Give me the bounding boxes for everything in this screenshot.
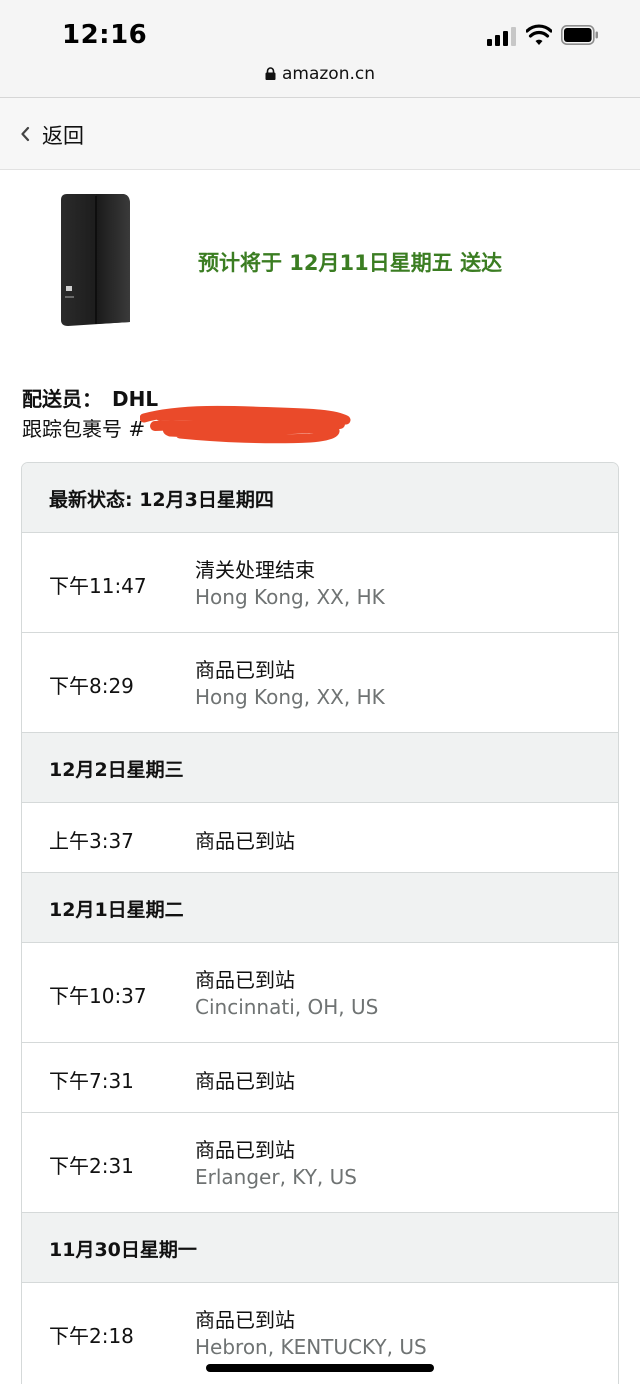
event-time: 下午2:31	[49, 1154, 134, 1178]
event-status: 商品已到站	[195, 1138, 295, 1162]
redaction-scribble	[140, 405, 351, 444]
date-header-text: 最新状态: 12月3日星期四	[49, 489, 274, 511]
carrier-label: 配送员：	[22, 387, 102, 411]
event-location: Hebron, KENTUCKY, US	[195, 1335, 427, 1359]
event-time: 下午2:18	[49, 1324, 134, 1348]
event-status: 商品已到站	[195, 968, 295, 992]
tracking-event: 下午11:47 清关处理结束 Hong Kong, XX, HK	[22, 533, 618, 633]
back-button[interactable]: 返回	[42, 120, 84, 150]
tracking-number: 跟踪包裹号 #	[22, 417, 146, 441]
browser-status-bar: 12:16 amazon.cn	[0, 0, 640, 98]
tracking-timeline: 最新状态: 12月3日星期四 下午11:47 清关处理结束 Hong Kong,…	[21, 462, 619, 1384]
wifi-icon	[526, 24, 552, 45]
date-header-text: 12月2日星期三	[49, 759, 184, 781]
date-header: 12月2日星期三	[22, 733, 618, 803]
lock-icon	[265, 67, 276, 80]
url-text: amazon.cn	[281, 64, 376, 84]
tracking-event: 下午2:31 商品已到站 Erlanger, KY, US	[22, 1113, 618, 1213]
date-header: 12月1日星期二	[22, 873, 618, 943]
clock-time: 12:16	[62, 20, 148, 50]
event-location: Cincinnati, OH, US	[195, 995, 379, 1019]
event-time: 下午7:31	[49, 1069, 134, 1093]
event-location: Hong Kong, XX, HK	[195, 685, 385, 709]
battery-icon	[561, 25, 598, 45]
carrier-info: 配送员： DHL	[22, 383, 158, 412]
chevron-left-icon[interactable]	[20, 126, 30, 142]
event-status: 商品已到站	[195, 1308, 295, 1332]
event-location: Hong Kong, XX, HK	[195, 585, 385, 609]
cellular-signal-icon	[487, 26, 517, 46]
home-indicator[interactable]	[206, 1364, 434, 1372]
date-header-text: 11月30日星期一	[49, 1239, 197, 1261]
event-location: Erlanger, KY, US	[195, 1165, 357, 1189]
event-status: 商品已到站	[195, 829, 295, 853]
date-header: 11月30日星期一	[22, 1213, 618, 1283]
product-image	[61, 194, 130, 326]
event-time: 上午3:37	[49, 829, 134, 853]
tracking-event: 下午7:31 商品已到站	[22, 1043, 618, 1113]
date-header-text: 12月1日星期二	[49, 899, 184, 921]
tracking-event: 下午8:29 商品已到站 Hong Kong, XX, HK	[22, 633, 618, 733]
event-status: 清关处理结束	[195, 558, 315, 582]
address-bar[interactable]: amazon.cn	[0, 64, 640, 84]
event-time: 下午11:47	[49, 574, 147, 598]
delivery-eta: 预计将于 12月11日星期五 送达	[198, 251, 503, 275]
event-time: 下午8:29	[49, 674, 134, 698]
tracking-event: 下午10:37 商品已到站 Cincinnati, OH, US	[22, 943, 618, 1043]
event-time: 下午10:37	[49, 984, 147, 1008]
event-status: 商品已到站	[195, 1069, 295, 1093]
date-header: 最新状态: 12月3日星期四	[22, 463, 618, 533]
event-status: 商品已到站	[195, 658, 295, 682]
back-bar: 返回	[0, 98, 640, 170]
tracking-event: 上午3:37 商品已到站	[22, 803, 618, 873]
